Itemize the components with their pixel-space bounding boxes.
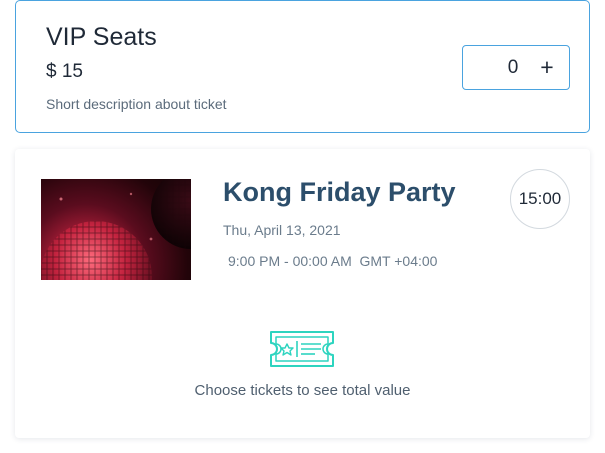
ticket-name: VIP Seats [46,23,157,51]
event-image [41,179,191,280]
disco-ball-photo [41,179,191,280]
ticket-price: $ 15 [46,61,83,82]
ticket-card: VIP Seats $ 15 Short description about t… [15,0,590,133]
event-time-range: 9:00 PM - 00:00 AM GMT +04:00 [228,253,438,269]
increment-button[interactable]: + [535,53,559,81]
ticket-icon [268,329,336,369]
quantity-value: 0 [507,57,519,78]
event-card: Kong Friday Party Thu, April 13, 2021 9:… [15,149,590,438]
event-title: Kong Friday Party [223,177,456,207]
event-date: Thu, April 13, 2021 [223,222,341,238]
empty-total-message: Choose tickets to see total value [194,382,411,399]
ticket-description: Short description about ticket [46,96,227,112]
quantity-stepper[interactable]: 0 + [462,45,570,90]
event-clock-badge: 15:00 [510,169,570,229]
